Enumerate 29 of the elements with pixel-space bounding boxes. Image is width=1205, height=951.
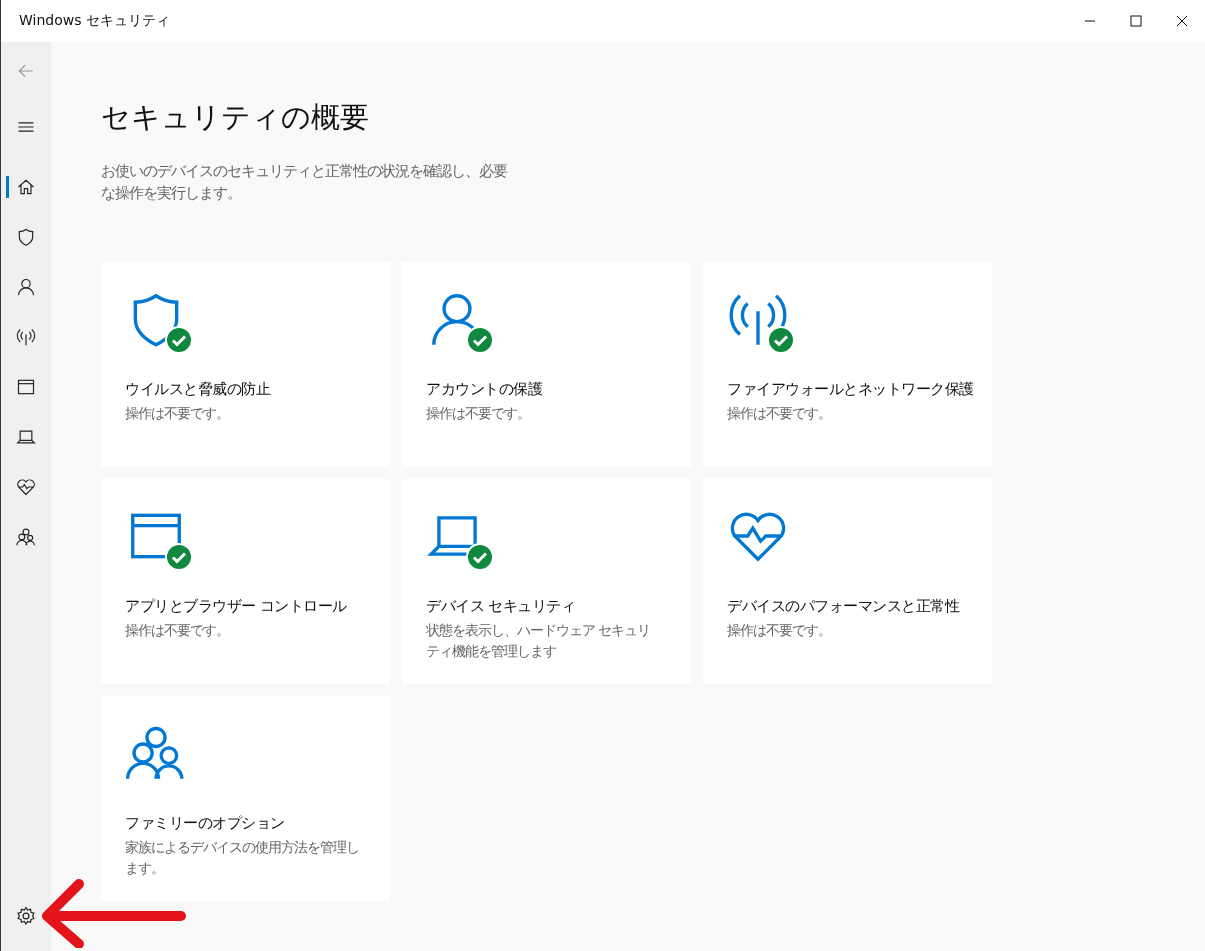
window-title: Windows セキュリティ: [19, 12, 170, 30]
page-description: お使いのデバイスのセキュリティと正常性の状況を確認し、必要な操作を実行します。: [101, 162, 509, 203]
card-status: 操作は不要です。: [727, 404, 832, 423]
heart-pulse-icon: [16, 477, 36, 497]
family-icon: [16, 527, 36, 547]
card-title: アプリとブラウザー コントロール: [125, 597, 348, 616]
card-status: 操作は不要です。: [727, 621, 832, 640]
card-status: 操作は不要です。: [426, 404, 531, 423]
person-icon: [16, 277, 36, 297]
card-title: アカウントの保護: [426, 380, 543, 399]
shield-icon: [16, 227, 36, 247]
card-title: ファイアウォールとネットワーク保護: [727, 380, 975, 399]
card-title: デバイスのパフォーマンスと正常性: [727, 597, 961, 616]
page-heading: セキュリティの概要: [101, 99, 370, 136]
security-card[interactable]: デバイスのパフォーマンスと正常性 操作は不要です。: [703, 479, 992, 684]
home-icon: [16, 177, 36, 197]
card-title: ウイルスと脅威の防止: [125, 380, 272, 399]
maximize-icon: [1130, 15, 1142, 27]
card-status: 操作は不要です。: [125, 621, 230, 640]
browser-window-icon: [16, 377, 36, 397]
security-card[interactable]: ファミリーのオプション 家族によるデバイスの使用方法を管理します。: [101, 696, 390, 901]
card-status: 操作は不要です。: [125, 404, 230, 423]
settings-icon: [16, 906, 36, 926]
card-status: 家族によるデバイスの使用方法を管理します。: [125, 838, 360, 878]
antenna-icon: [16, 327, 36, 347]
card-status: 状態を表示し、ハードウェア セキュリティ機能を管理します: [426, 621, 652, 661]
card-title: ファミリーのオプション: [125, 814, 286, 833]
card-title: デバイス セキュリティ: [426, 597, 577, 616]
close-icon: [1176, 15, 1188, 27]
